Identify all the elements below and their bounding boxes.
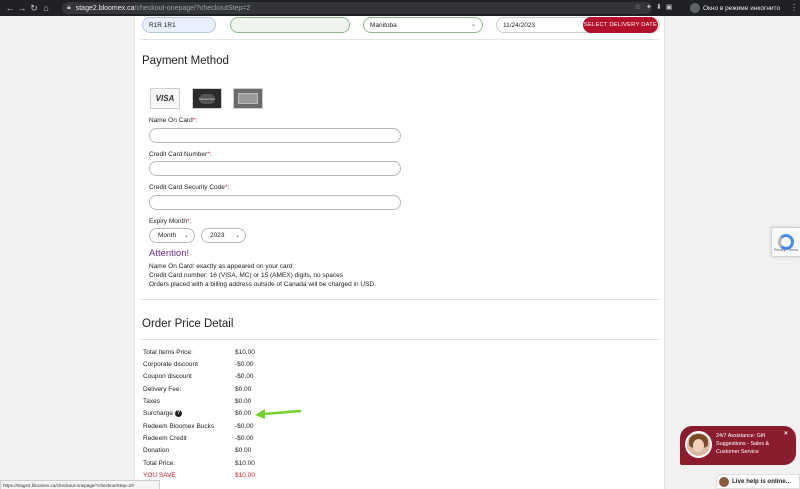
bookmark-star-icon[interactable]: ☆: [635, 3, 646, 11]
url-path: /checkout-onepage/?checkoutStep=2: [134, 4, 251, 12]
price-value-you-save: $10.00: [235, 472, 255, 479]
price-value-total-items: $10.00: [235, 349, 255, 356]
price-value-bloomex-bucks: -$0.00: [235, 423, 254, 430]
url-host: stage2.bloomex.ca: [75, 4, 135, 12]
select-delivery-date-button[interactable]: SELECT DELIVERY DATE: [583, 17, 658, 33]
price-label-donation: Donation: [143, 447, 170, 454]
question-icon[interactable]: ?: [175, 410, 182, 417]
expiry-month-select[interactable]: Month ⌄: [149, 228, 195, 243]
section-divider: [140, 339, 659, 340]
recaptcha-privacy-terms[interactable]: Privacy - Terms: [774, 248, 798, 252]
delivery-date-value: 11/24/2023: [503, 21, 536, 29]
security-code-input[interactable]: [149, 195, 401, 210]
address-bar[interactable]: 🔒︎ stage2.bloomex.ca /checkout-onepage/?…: [62, 2, 652, 14]
chat-popup[interactable]: 24/7 Assistance: Gift Suggestions - Sale…: [680, 426, 796, 465]
section-divider: [140, 299, 659, 300]
visa-card-logo[interactable]: VISA: [150, 88, 180, 109]
status-bar-url: https://stage2.bloomex.ca/checkout-onepa…: [0, 480, 160, 489]
province-select[interactable]: Manitoba ⌄: [363, 17, 483, 33]
postal-code-input[interactable]: R1R 1R1: [142, 17, 216, 33]
province-value: Manitoba: [370, 21, 397, 29]
surcharge-label-text: Surcharge: [143, 410, 173, 418]
price-label-corporate-discount: Corporate discount: [143, 361, 198, 368]
incognito-indicator[interactable]: Окно в режиме инкогнито: [690, 3, 780, 13]
price-label-redeem-credit: Redeem Credit: [143, 435, 187, 442]
visa-logo-text: VISA: [155, 94, 175, 103]
recaptcha-badge[interactable]: [771, 227, 800, 257]
live-help-label: Live help is online...: [732, 478, 791, 485]
price-value-total-price: $10.00: [235, 460, 255, 467]
extensions-icon[interactable]: ✦⬇▣: [646, 3, 676, 11]
annotation-arrow-icon: [255, 409, 302, 419]
attention-heading: Attention!: [149, 248, 190, 259]
agent-avatar-small: [719, 477, 729, 487]
amex-logo-mark: [238, 93, 258, 104]
payment-method-title: Payment Method: [142, 55, 229, 67]
price-label-total-price: Total Price:: [143, 460, 176, 467]
mastercard-logo-text: MasterCard: [199, 96, 215, 101]
price-label-you-save: YOU SAVE: [143, 472, 176, 479]
expiry-year-select[interactable]: 2023 ⌄: [201, 228, 246, 243]
avatar-face: [693, 439, 704, 452]
mastercard-card-logo[interactable]: MasterCard: [192, 88, 222, 109]
chat-assistance-text: 24/7 Assistance: Gift Suggestions - Sale…: [716, 433, 770, 455]
city-input[interactable]: [230, 17, 350, 33]
expiry-year-value: 2023: [210, 232, 225, 239]
note-name-on-card: Name On Card: exactly as appeared on you…: [149, 263, 293, 270]
amex-card-logo[interactable]: [233, 88, 263, 109]
browser-toolbar: ← → ↻ ⌂ 🔒︎ stage2.bloomex.ca /checkout-o…: [0, 0, 800, 16]
expiry-month-label: Expiry Month*:: [149, 218, 192, 225]
forward-icon[interactable]: →: [16, 3, 28, 13]
incognito-icon: [690, 3, 700, 13]
price-label-bloomex-bucks: Redeem Bloomex Bucks: [143, 423, 215, 430]
price-value-corporate-discount: -$0.00: [235, 361, 254, 368]
home-icon[interactable]: ⌂: [40, 3, 52, 13]
card-number-input[interactable]: [149, 161, 401, 176]
lock-icon: 🔒︎: [67, 4, 71, 11]
name-on-card-input[interactable]: [149, 128, 401, 143]
price-value-delivery-fee: $0.00: [235, 386, 252, 393]
security-code-label: Credit Card Security Code*:: [149, 184, 230, 191]
reload-icon[interactable]: ↻: [28, 3, 40, 14]
expiry-month-value: Month: [158, 232, 177, 239]
price-value-coupon-discount: -$0.00: [235, 373, 254, 380]
price-value-donation: $0.00: [235, 447, 252, 454]
price-value-redeem-credit: -$0.00: [235, 435, 254, 442]
note-usd-charge: Orders placed with a billing address out…: [149, 281, 376, 288]
close-icon[interactable]: ×: [784, 430, 788, 437]
price-value-surcharge: $0.00: [235, 410, 252, 417]
section-divider: [140, 39, 659, 40]
incognito-label: Окно в режиме инкогнито: [703, 4, 781, 12]
price-label-total-items: Total Items Price:: [143, 349, 193, 356]
order-price-title: Order Price Detail: [142, 318, 234, 330]
price-label-surcharge: Surcharge?: [143, 410, 182, 417]
chevron-down-icon: ⌄: [234, 233, 240, 239]
live-help-bar[interactable]: Live help is online...: [716, 474, 800, 489]
postal-code-value: R1R 1R1: [149, 21, 176, 29]
price-label-delivery-fee: Delivery Fee:: [143, 386, 182, 393]
note-card-number: Credit Card number: 16 (VISA, MC) or 15 …: [149, 272, 343, 279]
chevron-down-icon: ⌄: [470, 22, 476, 28]
card-number-label: Credit Card Number*:: [149, 151, 212, 158]
browser-menu-icon[interactable]: ⋮: [790, 3, 798, 12]
chevron-down-icon: ⌄: [183, 233, 189, 239]
agent-avatar: [685, 431, 712, 458]
checkout-panel: R1R 1R1 Manitoba ⌄ 11/24/2023 SELECT DEL…: [134, 16, 665, 489]
price-label-coupon-discount: Coupon discount: [143, 373, 192, 380]
name-on-card-label: Name On Card*:: [149, 117, 198, 124]
price-value-taxes: $0.00: [235, 398, 252, 405]
mastercard-logo-mark: MasterCard: [199, 93, 215, 104]
price-label-taxes: Taxes: [143, 398, 160, 405]
back-icon[interactable]: ←: [4, 3, 16, 13]
